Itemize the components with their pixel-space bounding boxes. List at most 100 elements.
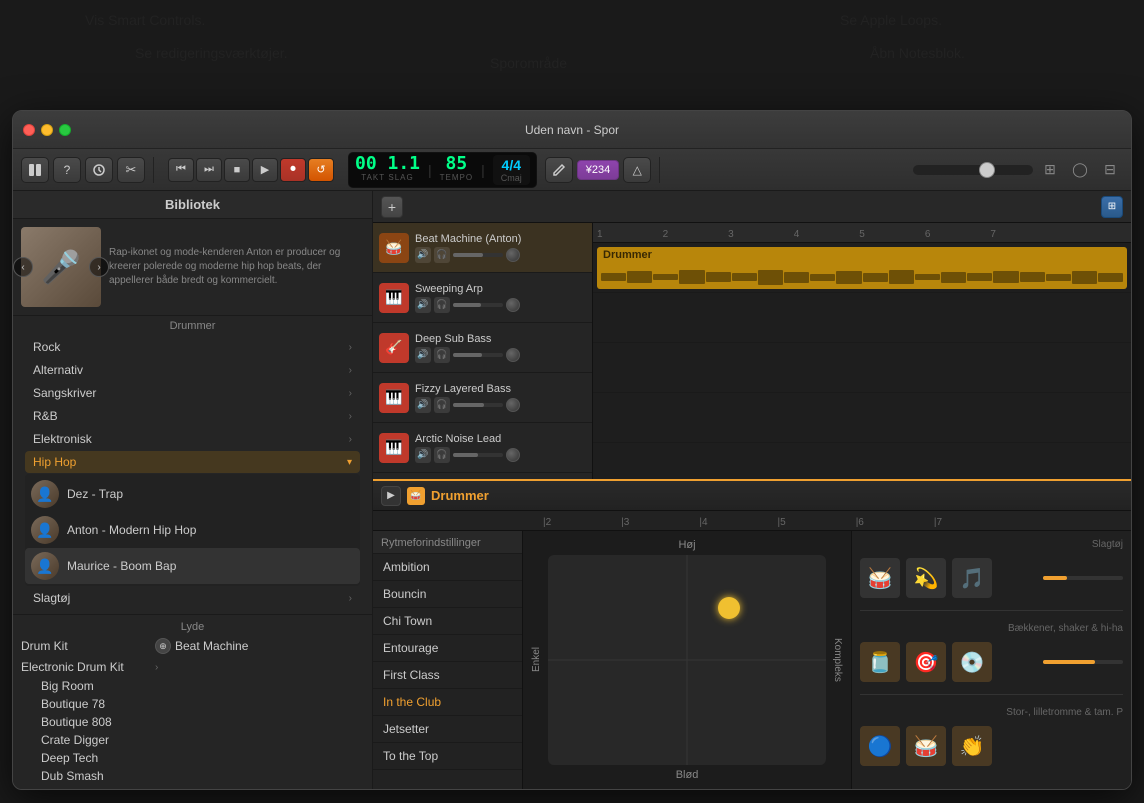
track-row-deepsubbass[interactable]: 🎸 Deep Sub Bass 🔊 🎧 — [373, 323, 592, 373]
volume-slider[interactable] — [453, 303, 503, 307]
sound-list-item[interactable]: Electro Bump — [17, 785, 368, 789]
slagtoej-volume-slider[interactable] — [1043, 576, 1123, 580]
master-volume-slider[interactable] — [913, 165, 1033, 175]
transport-controls: ⏮ ⏭ ■ ▶ ⏺ ↺ — [168, 158, 334, 182]
genre-item-alternativ[interactable]: Alternativ › — [25, 359, 360, 381]
presets-header: Rytmeforindstillinger — [373, 531, 522, 554]
volume-slider[interactable] — [453, 353, 503, 357]
drummer-dez[interactable]: 👤 Dez - Trap — [25, 476, 360, 512]
genre-item-slagtoj[interactable]: Slagtøj › — [25, 587, 360, 609]
library-button[interactable] — [21, 157, 49, 183]
close-button[interactable] — [23, 124, 35, 136]
beat-pad-container[interactable] — [548, 555, 826, 765]
drummer-icon: 🥁 — [407, 487, 425, 505]
volume-slider[interactable] — [453, 403, 503, 407]
notepad-button[interactable]: ◯ — [1067, 158, 1093, 182]
preset-entourage[interactable]: Entourage — [373, 635, 522, 662]
minimize-button[interactable] — [41, 124, 53, 136]
mute-button[interactable]: 🔊 — [415, 447, 431, 463]
headphone-button[interactable]: 🎧 — [434, 397, 450, 413]
genre-item-sangskriver[interactable]: Sangskriver › — [25, 382, 360, 404]
slagtoej-header: Slagtøj — [860, 539, 1123, 550]
metronome-button[interactable]: △ — [623, 157, 651, 183]
chevron-down-icon: ▾ — [347, 457, 352, 468]
track-row-sweepingarp[interactable]: 🎹 Sweeping Arp 🔊 🎧 — [373, 273, 592, 323]
fastforward-button[interactable]: ⏭ — [196, 158, 222, 182]
add-track-button[interactable]: + — [381, 196, 403, 218]
track-row-beatmachine[interactable]: 🥁 Beat Machine (Anton) 🔊 🎧 — [373, 223, 592, 273]
mute-button[interactable]: 🔊 — [415, 347, 431, 363]
genre-item-rock[interactable]: Rock › — [25, 336, 360, 358]
track-view-button[interactable]: ⊞ — [1101, 196, 1123, 218]
tempo-button[interactable] — [85, 157, 113, 183]
sound-list-item[interactable]: Boutique 808 — [17, 713, 368, 731]
next-artist-button[interactable]: › — [89, 257, 109, 277]
volume-slider[interactable] — [453, 453, 503, 457]
pan-knob[interactable] — [506, 348, 520, 362]
chevron-right-icon: › — [349, 434, 352, 445]
sound-list-item[interactable]: Crate Digger — [17, 731, 368, 749]
track-row-fizzylayeredbass[interactable]: 🎹 Fizzy Layered Bass 🔊 🎧 — [373, 373, 592, 423]
headphone-button[interactable]: 🎧 — [434, 297, 450, 313]
track-row-arcticnoiselead[interactable]: 🎹 Arctic Noise Lead 🔊 🎧 — [373, 423, 592, 473]
help-button[interactable]: ? — [53, 157, 81, 183]
chevron-right-icon: › — [349, 388, 352, 399]
smart-controls-button[interactable]: ⊞ — [1037, 158, 1063, 182]
drummer-track-timeline[interactable]: Drummer — [593, 243, 1131, 293]
preset-bouncin[interactable]: Bouncin — [373, 581, 522, 608]
play-button[interactable]: ▶ — [252, 158, 278, 182]
apple-loops-button[interactable]: ⊟ — [1097, 158, 1123, 182]
rewind-button[interactable]: ⏮ — [168, 158, 194, 182]
drum-kit-add-btn[interactable]: ⊕ — [155, 638, 171, 654]
stop-button[interactable]: ■ — [224, 158, 250, 182]
pan-knob[interactable] — [506, 398, 520, 412]
annotation-sporomrade: Sporområde — [490, 55, 567, 71]
timeline-content: Drummer — [593, 243, 1131, 479]
drum-divider-2 — [860, 694, 1123, 695]
volume-slider[interactable] — [453, 253, 503, 257]
preset-jetsetter[interactable]: Jetsetter — [373, 716, 522, 743]
timeline: 1 2 3 4 5 6 7 Drummer — [593, 223, 1131, 479]
sound-list: Big Room Boutique 78 Boutique 808 Crate … — [13, 677, 372, 789]
maximize-button[interactable] — [59, 124, 71, 136]
headphone-button[interactable]: 🎧 — [434, 347, 450, 363]
scissors-button[interactable]: ✂ — [117, 157, 145, 183]
prev-artist-button[interactable]: ‹ — [13, 257, 33, 277]
preset-ambition[interactable]: Ambition — [373, 554, 522, 581]
drummer-maurice[interactable]: 👤 Maurice - Boom Bap — [25, 548, 360, 584]
genre-item-hiphop[interactable]: Hip Hop ▾ — [25, 451, 360, 473]
drum-region[interactable]: Drummer — [597, 247, 1127, 289]
mute-button[interactable]: 🔊 — [415, 297, 431, 313]
track-name-beatmachine: Beat Machine (Anton) — [415, 233, 586, 245]
pan-knob[interactable] — [506, 298, 520, 312]
chevron-right-icon: › — [349, 365, 352, 376]
pan-knob[interactable] — [506, 248, 520, 262]
edit-mode-button[interactable] — [545, 157, 573, 183]
track-name-sweepingarp: Sweeping Arp — [415, 283, 586, 295]
drummer-anton[interactable]: 👤 Anton - Modern Hip Hop — [25, 512, 360, 548]
preset-chitown[interactable]: Chi Town — [373, 608, 522, 635]
genre-item-elektronisk[interactable]: Elektronisk › — [25, 428, 360, 450]
mute-button[interactable]: 🔊 — [415, 247, 431, 263]
headphone-button[interactable]: 🎧 — [434, 247, 450, 263]
mute-button[interactable]: 🔊 — [415, 397, 431, 413]
sound-list-item[interactable]: Boutique 78 — [17, 695, 368, 713]
cycle-button[interactable]: ↺ — [308, 158, 334, 182]
beat-position-dot[interactable] — [718, 597, 740, 619]
preset-tothetop[interactable]: To the Top — [373, 743, 522, 770]
sound-list-item[interactable]: Dub Smash — [17, 767, 368, 785]
preset-firstclass[interactable]: First Class — [373, 662, 522, 689]
genre-item-rnb[interactable]: R&B › — [25, 405, 360, 427]
sound-list-item[interactable]: Big Room — [17, 677, 368, 695]
preset-intheclub[interactable]: In the Club — [373, 689, 522, 716]
bottom-axis-label: Blød — [531, 769, 843, 781]
sound-list-item[interactable]: Deep Tech — [17, 749, 368, 767]
slagtoej-controls — [1043, 576, 1123, 580]
ruler-mark: |4 — [699, 517, 707, 528]
drummer-play-button[interactable]: ▶ — [381, 486, 401, 506]
headphone-button[interactable]: 🎧 — [434, 447, 450, 463]
record-button[interactable]: ⏺ — [280, 158, 306, 182]
tuner-button[interactable]: ¥234 — [577, 160, 619, 180]
pan-knob[interactable] — [506, 448, 520, 462]
baekkener-volume-slider[interactable] — [1043, 660, 1123, 664]
